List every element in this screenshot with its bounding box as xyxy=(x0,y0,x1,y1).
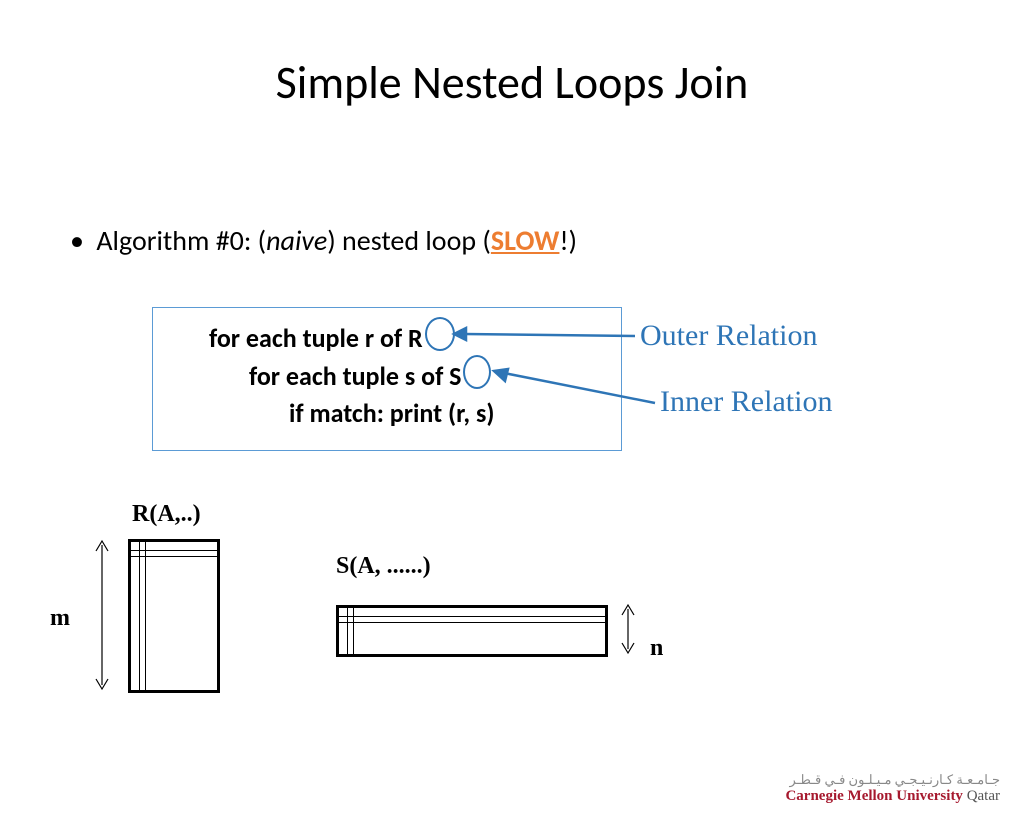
bullet-suffix: !) xyxy=(559,223,577,258)
logo-en-qatar: Qatar xyxy=(963,788,1000,804)
S-label: S(A, ......) xyxy=(336,553,431,580)
arrow-outer xyxy=(450,310,640,360)
R-label: R(A,..) xyxy=(132,501,201,528)
bullet-slow: SLOW xyxy=(491,223,560,258)
logo-arabic: جـامـعـة كـارنـيـجـي مـيـلـون فـي قـطـر xyxy=(785,772,1000,788)
n-label: n xyxy=(650,635,663,662)
bullet-naive: naive xyxy=(266,223,327,258)
n-arrow-icon xyxy=(618,603,638,655)
circle-S xyxy=(463,355,491,389)
table-S-icon xyxy=(336,605,608,657)
inner-relation-label: Inner Relation xyxy=(660,385,832,419)
outer-relation-label: Outer Relation xyxy=(640,319,817,353)
m-arrow-icon xyxy=(92,539,112,691)
logo-en-bold: Carnegie Mellon University xyxy=(785,788,962,804)
cmu-qatar-logo: جـامـعـة كـارنـيـجـي مـيـلـون فـي قـطـر … xyxy=(785,772,1000,805)
bullet-prefix: Algorithm #0: ( xyxy=(96,223,266,258)
m-label: m xyxy=(50,605,70,632)
bullet-line: • Algorithm #0: (naive) nested loop (SLO… xyxy=(70,223,577,258)
table-R-icon xyxy=(128,539,220,693)
bullet-mid: ) nested loop ( xyxy=(327,223,491,258)
arrow-inner xyxy=(490,365,660,415)
slide-title: Simple Nested Loops Join xyxy=(0,55,1024,111)
